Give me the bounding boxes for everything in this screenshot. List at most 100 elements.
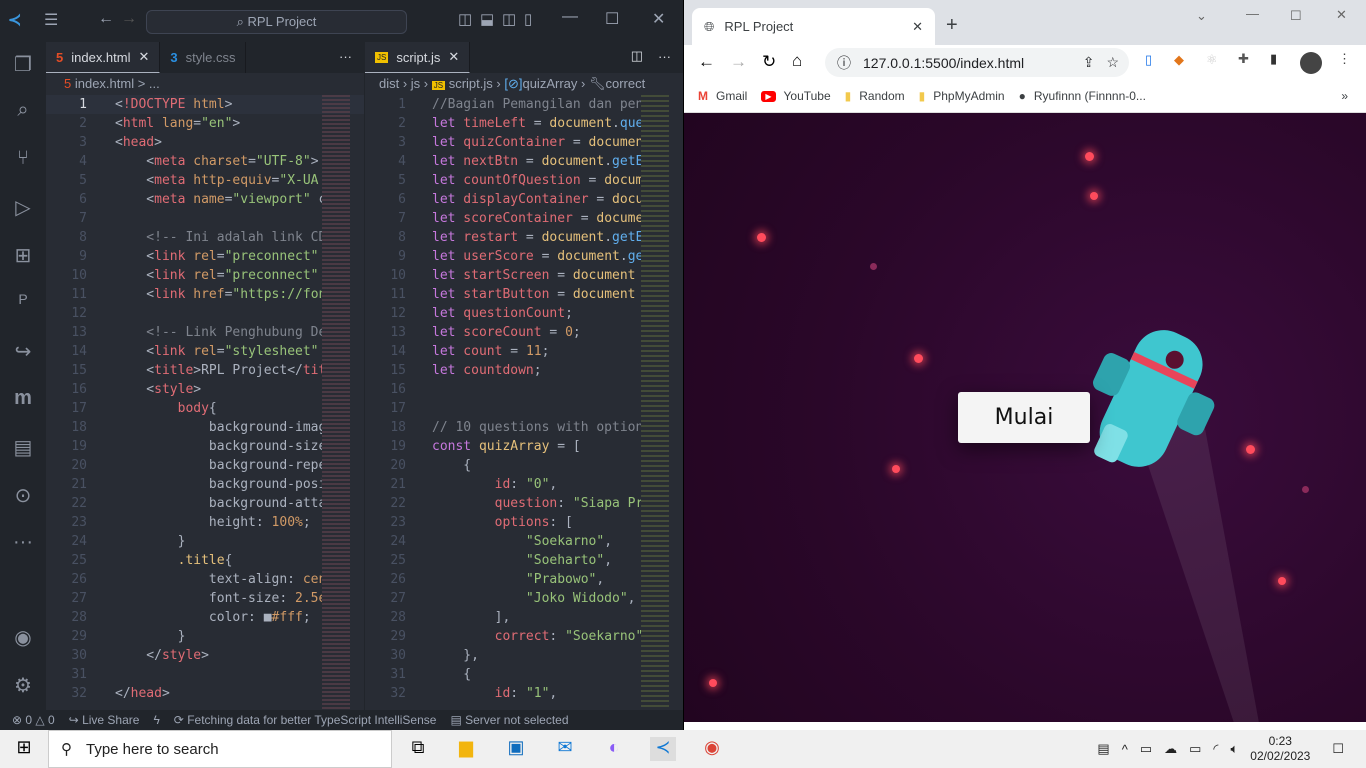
code-line[interactable]: 20 background-repe bbox=[46, 456, 364, 475]
tab-search-icon[interactable]: ⌄ bbox=[1196, 8, 1207, 24]
bookmark-gmail[interactable]: M Gmail bbox=[698, 89, 747, 103]
code-line[interactable]: 26 "Prabowo", bbox=[365, 570, 683, 589]
more-actions-icon[interactable]: ··· bbox=[339, 49, 352, 64]
code-line[interactable]: 32 id: "1", bbox=[365, 684, 683, 703]
more-icon[interactable]: ··· bbox=[0, 531, 46, 554]
code-line[interactable]: 15 <title>RPL Project</tit bbox=[46, 361, 364, 380]
code-line[interactable]: 30 }, bbox=[365, 646, 683, 665]
browser-tab[interactable]: 🌐︎ RPL Project ✕ bbox=[692, 8, 935, 45]
code-line[interactable]: 17 bbox=[365, 399, 683, 418]
camera-icon[interactable]: ▭ bbox=[1140, 741, 1152, 757]
avatar[interactable] bbox=[1300, 52, 1322, 74]
code-line[interactable]: 23 options: [ bbox=[365, 513, 683, 532]
bookmark-star-icon[interactable]: ☆ bbox=[1106, 54, 1119, 71]
tab-script-js[interactable]: JS script.js ✕ bbox=[365, 42, 471, 73]
close-icon[interactable]: ✕ bbox=[652, 9, 665, 29]
code-line[interactable]: 25 .title{ bbox=[46, 551, 364, 570]
maximize-icon[interactable]: ☐ bbox=[605, 9, 619, 29]
code-line[interactable]: 3 let quizContainer = documen bbox=[365, 133, 683, 152]
code-line[interactable]: 19 background-size bbox=[46, 437, 364, 456]
address-bar[interactable]: ⓘ 127.0.0.1:5500/index.html ⇪ ☆ bbox=[825, 48, 1129, 77]
code-line[interactable]: 10 <link rel="preconnect" bbox=[46, 266, 364, 285]
more-bookmarks-icon[interactable]: » bbox=[1341, 89, 1348, 103]
code-line[interactable]: 1 <!DOCTYPE html> bbox=[46, 95, 364, 114]
menu-kebab-icon[interactable]: ⋮ bbox=[1338, 51, 1351, 67]
bookmark-phpmyadmin[interactable]: ▮ PhpMyAdmin bbox=[919, 89, 1005, 103]
toggle-sidebar-icon[interactable]: ◫ bbox=[458, 10, 472, 28]
code-line[interactable]: 29 } bbox=[46, 627, 364, 646]
react-devtools-icon[interactable]: ⚛ bbox=[1206, 52, 1218, 68]
code-line[interactable]: 29 correct: "Soekarno" bbox=[365, 627, 683, 646]
code-line[interactable]: 27 font-size: 2.5e bbox=[46, 589, 364, 608]
code-line[interactable]: 6 let displayContainer = docu bbox=[365, 190, 683, 209]
code-line[interactable]: 12 let questionCount; bbox=[365, 304, 683, 323]
code-line[interactable]: 4 <meta charset="UTF-8"> bbox=[46, 152, 364, 171]
code-line[interactable]: 6 <meta name="viewport" c bbox=[46, 190, 364, 209]
menu-icon[interactable]: ☰ bbox=[44, 10, 58, 30]
minimap[interactable] bbox=[641, 95, 669, 710]
code-line[interactable]: 8 <!-- Ini adalah link CD bbox=[46, 228, 364, 247]
code-editor-left[interactable]: 1 <!DOCTYPE html> 2 <html lang="en"> 3 <head>… bbox=[46, 95, 364, 710]
git-graph-icon[interactable]: ⊙ bbox=[0, 483, 46, 508]
code-line[interactable]: 14 <link rel="stylesheet" bbox=[46, 342, 364, 361]
split-editor-icon[interactable]: ◫ bbox=[631, 48, 643, 64]
accounts-icon[interactable]: ◉ bbox=[0, 625, 46, 650]
new-tab-icon[interactable]: + bbox=[946, 14, 958, 37]
code-line[interactable]: 18 // 10 questions with option bbox=[365, 418, 683, 437]
forward-icon[interactable]: → bbox=[730, 52, 747, 72]
code-line[interactable]: 5 <meta http-equiv="X-UA bbox=[46, 171, 364, 190]
extension-icon[interactable]: ▯ bbox=[1145, 52, 1152, 68]
task-view-icon[interactable]: ⧉ bbox=[405, 737, 431, 761]
bookmark-random[interactable]: ▮ Random bbox=[845, 89, 905, 103]
code-line[interactable]: 21 id: "0", bbox=[365, 475, 683, 494]
settings-gear-icon[interactable]: ⚙ bbox=[0, 673, 46, 698]
code-line[interactable]: 15 let countdown; bbox=[365, 361, 683, 380]
code-line[interactable]: 21 background-posi bbox=[46, 475, 364, 494]
code-line[interactable]: 18 background-imag bbox=[46, 418, 364, 437]
microsoft-store-icon[interactable]: ▣ bbox=[503, 737, 529, 761]
chrome-icon[interactable]: ◉ bbox=[699, 737, 725, 761]
code-line[interactable]: 8 let restart = document.getE bbox=[365, 228, 683, 247]
command-center-search[interactable]: ⌕ RPL Project bbox=[146, 10, 407, 34]
onedrive-icon[interactable]: ☁ bbox=[1164, 741, 1177, 757]
code-line[interactable]: 31 bbox=[46, 665, 364, 684]
copilot-icon[interactable]: ◐ bbox=[601, 737, 627, 761]
code-line[interactable]: 1 //Bagian Pemangilan dan pen bbox=[365, 95, 683, 114]
code-line[interactable]: 2 <html lang="en"> bbox=[46, 114, 364, 133]
close-tab-icon[interactable]: ✕ bbox=[448, 49, 459, 65]
code-line[interactable]: 24 } bbox=[46, 532, 364, 551]
forward-icon[interactable]: → bbox=[121, 10, 137, 28]
close-tab-icon[interactable]: ✕ bbox=[912, 19, 923, 35]
toggle-secondary-sidebar-icon[interactable]: ◫ bbox=[502, 10, 516, 28]
code-line[interactable]: 12 bbox=[46, 304, 364, 323]
close-tab-icon[interactable]: ✕ bbox=[138, 49, 149, 65]
code-line[interactable]: 2 let timeLeft = document.que bbox=[365, 114, 683, 133]
volume-icon[interactable]: 🔈︎ bbox=[1230, 741, 1238, 757]
code-line[interactable]: 31 { bbox=[365, 665, 683, 684]
code-line[interactable]: 7 bbox=[46, 209, 364, 228]
code-line[interactable]: 22 background-atta bbox=[46, 494, 364, 513]
code-line[interactable]: 28 ], bbox=[365, 608, 683, 627]
code-line[interactable]: 9 <link rel="preconnect" bbox=[46, 247, 364, 266]
extensions-icon[interactable]: ⊞ bbox=[0, 243, 46, 268]
code-editor-right[interactable]: 1 //Bagian Pemangilan dan pen 2 let timeLef… bbox=[365, 95, 683, 710]
share-icon[interactable]: ⇪ bbox=[1083, 54, 1095, 71]
code-line[interactable]: 30 </style> bbox=[46, 646, 364, 665]
docker-icon[interactable]: ▤ bbox=[0, 435, 46, 460]
live-share-icon[interactable]: ↪ bbox=[0, 339, 46, 364]
close-icon[interactable]: ✕ bbox=[1336, 7, 1347, 23]
show-hidden-icons[interactable]: ^ bbox=[1122, 742, 1128, 757]
reload-icon[interactable]: ↻ bbox=[762, 52, 776, 72]
code-line[interactable]: 25 "Soeharto", bbox=[365, 551, 683, 570]
battery-icon[interactable]: ▭ bbox=[1189, 741, 1201, 757]
clock[interactable]: 0:23 02/02/2023 bbox=[1250, 734, 1310, 764]
code-line[interactable]: 3 <head> bbox=[46, 133, 364, 152]
minimize-icon[interactable]: — bbox=[1246, 6, 1259, 21]
file-explorer-icon[interactable]: ▆ bbox=[453, 737, 479, 761]
extensions-puzzle-icon[interactable]: ✚ bbox=[1238, 51, 1249, 67]
bookmark-github[interactable]: ● Ryufinnn (Finnnn-0... bbox=[1019, 89, 1146, 103]
mail-icon[interactable]: ✉ bbox=[552, 737, 578, 761]
code-line[interactable]: 9 let userScore = document.ge bbox=[365, 247, 683, 266]
code-line[interactable]: 19 const quizArray = [ bbox=[365, 437, 683, 456]
code-line[interactable]: 5 let countOfQuestion = docum bbox=[365, 171, 683, 190]
